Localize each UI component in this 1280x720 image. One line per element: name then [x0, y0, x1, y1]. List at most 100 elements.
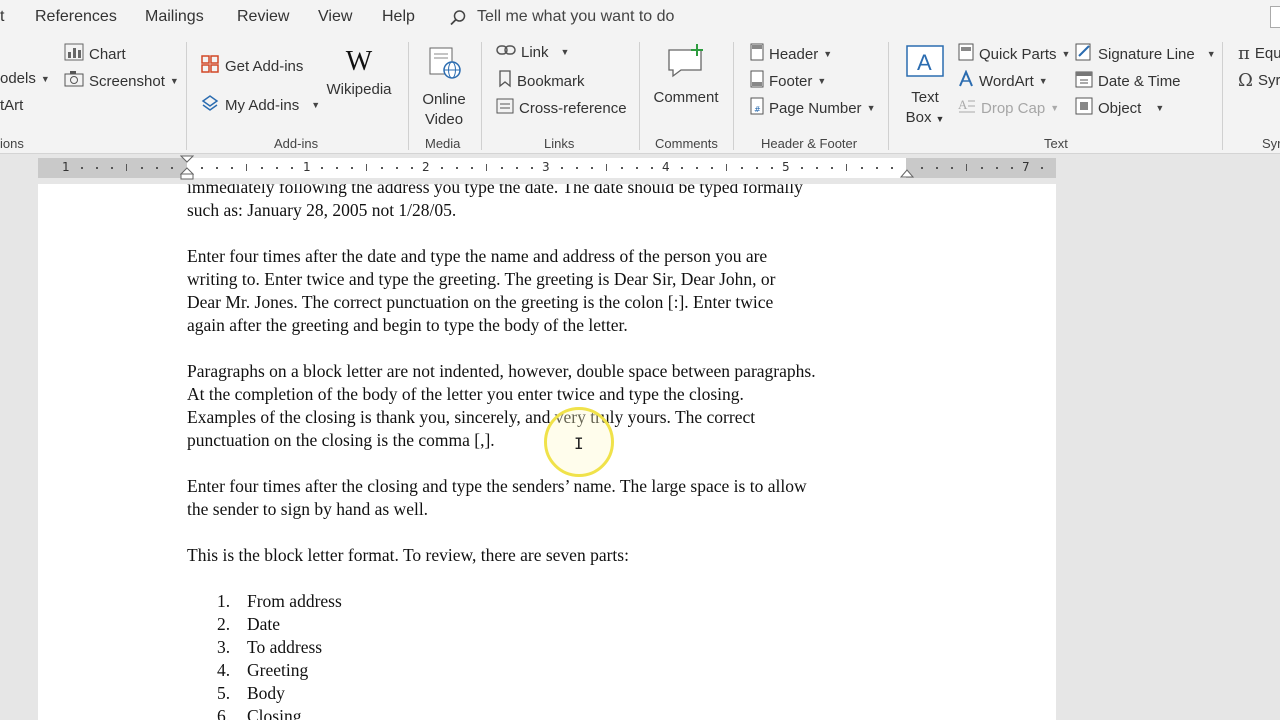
- svg-text:#: #: [754, 105, 761, 114]
- tab-mailings[interactable]: Mailings: [145, 8, 204, 26]
- doc-line: Enter four times after the date and type…: [187, 246, 768, 266]
- chevron-down-icon: ▼: [1206, 49, 1216, 59]
- chevron-down-icon: ▼: [1050, 103, 1060, 113]
- ruler-tick: [501, 167, 503, 169]
- 3d-models-label: odels: [0, 70, 36, 87]
- link-icon: [496, 43, 516, 61]
- group-separator: [888, 42, 889, 150]
- share-button-partial[interactable]: [1270, 6, 1280, 28]
- symbol-label: Syr: [1257, 72, 1280, 89]
- text-box-icon: A: [900, 44, 950, 84]
- ruler-tick: [816, 167, 818, 169]
- ruler-tick: [261, 167, 263, 169]
- ruler-tick: [1041, 167, 1043, 169]
- ruler-tick: [246, 164, 247, 171]
- header-button[interactable]: Header ▼: [750, 43, 832, 65]
- symbol-button[interactable]: Ω Syr: [1238, 70, 1280, 91]
- tab-references[interactable]: References: [35, 8, 117, 26]
- get-addins-button[interactable]: Get Add-ins: [200, 54, 303, 78]
- wordart-button[interactable]: WordArt ▼: [958, 69, 1048, 92]
- online-video-button[interactable]: Online Video: [414, 46, 474, 130]
- quick-parts-icon: [958, 43, 974, 65]
- svg-text:A: A: [917, 50, 932, 75]
- wordart-icon: [958, 69, 974, 92]
- list-number: 6.: [217, 706, 231, 720]
- calendar-icon: [1075, 70, 1093, 92]
- ruler-number: 1: [303, 160, 311, 174]
- smartart-button[interactable]: tArt: [0, 97, 23, 114]
- list-item: 4. Greeting: [187, 659, 917, 682]
- group-separator: [1222, 42, 1223, 150]
- list-text: Greeting: [247, 660, 309, 680]
- tab-review[interactable]: Review: [237, 8, 289, 26]
- online-video-icon: [414, 46, 474, 86]
- tab-view[interactable]: View: [318, 8, 352, 26]
- ruler-tick: [621, 167, 623, 169]
- drop-cap-button[interactable]: A Drop Cap ▼: [958, 97, 1059, 119]
- smartart-label: tArt: [0, 97, 24, 114]
- ruler-number: 3: [542, 160, 550, 174]
- ruler-tick: [891, 167, 893, 169]
- my-addins-button[interactable]: My Add-ins ▼: [200, 93, 320, 117]
- list-number: 2.: [217, 614, 231, 634]
- new-comment-button[interactable]: Comment: [648, 44, 724, 108]
- cross-reference-button[interactable]: Cross-reference: [496, 97, 627, 119]
- group-label-comments: Comments: [655, 136, 718, 151]
- page-number-icon: #: [750, 97, 764, 119]
- ruler-tick: [726, 164, 727, 171]
- chevron-down-icon: ▼: [935, 114, 945, 124]
- text-box-button[interactable]: A Text Box ▼: [900, 44, 950, 129]
- group-separator: [481, 42, 482, 150]
- svg-text:A: A: [958, 97, 968, 112]
- footer-button[interactable]: Footer ▼: [750, 70, 826, 92]
- get-addins-label: Get Add-ins: [225, 57, 304, 75]
- chevron-down-icon: ▼: [823, 49, 833, 59]
- group-separator: [186, 42, 187, 150]
- list-item: 6. Closing: [187, 705, 917, 720]
- equation-button[interactable]: π Equ: [1238, 43, 1280, 64]
- list-text: Date: [247, 614, 281, 634]
- ruler-tick: [951, 167, 953, 169]
- screenshot-button[interactable]: Screenshot ▼: [64, 70, 179, 92]
- wikipedia-button[interactable]: W Wikipedia: [322, 48, 396, 100]
- link-label: Link: [521, 43, 549, 61]
- ruler-tick: [756, 167, 758, 169]
- horizontal-ruler[interactable]: 1 1 2 3 4 5 7: [38, 155, 1056, 181]
- signature-line-button[interactable]: Signature Line ▼: [1075, 43, 1216, 65]
- list-number: 1.: [217, 591, 231, 611]
- seven-parts-list: 1. From address 2. Date 3. To address 4. Gre…: [187, 590, 917, 720]
- group-separator: [408, 42, 409, 150]
- drop-cap-icon: A: [958, 97, 976, 119]
- tell-me-text: Tell me what you want to do: [477, 8, 675, 25]
- footer-label: Footer: [769, 72, 813, 90]
- tab-insert-partial[interactable]: t: [0, 8, 4, 26]
- object-button[interactable]: Object ▼: [1075, 97, 1164, 119]
- doc-paragraph: Enter four times after the date and type…: [187, 245, 917, 337]
- ruler-tick: [156, 167, 158, 169]
- doc-line: such as: January 28, 2005 not 1/28/05.: [187, 200, 457, 220]
- ruler-tick: [381, 167, 383, 169]
- doc-line: Enter four times after the closing and t…: [187, 476, 807, 496]
- 3d-models-button[interactable]: odels ▼: [0, 70, 50, 87]
- ruler-tick: [636, 167, 638, 169]
- text-box-label-1: Text: [911, 89, 939, 106]
- link-button[interactable]: Link ▼: [496, 43, 569, 61]
- ruler-tick: [456, 167, 458, 169]
- date-time-button[interactable]: Date & Time: [1075, 70, 1181, 92]
- chevron-down-icon: ▼: [817, 76, 827, 86]
- text-box-label-2: Box: [905, 109, 932, 126]
- indent-marker-icon[interactable]: [180, 155, 194, 181]
- tab-help[interactable]: Help: [382, 8, 415, 26]
- ruler-tick: [846, 164, 847, 171]
- group-label-text: Text: [1044, 136, 1068, 151]
- group-label-media: Media: [425, 136, 461, 151]
- ruler-tick: [141, 167, 143, 169]
- group-label-links: Links: [544, 136, 575, 151]
- bookmark-button[interactable]: Bookmark: [498, 70, 585, 92]
- page-number-button[interactable]: # Page Number ▼: [750, 97, 875, 119]
- right-indent-marker-icon[interactable]: [900, 168, 914, 178]
- chart-button[interactable]: Chart: [64, 43, 126, 65]
- ruler-tick: [876, 167, 878, 169]
- quick-parts-button[interactable]: Quick Parts ▼: [958, 43, 1070, 65]
- doc-line: Dear Mr. Jones. The correct punctuation …: [187, 292, 774, 312]
